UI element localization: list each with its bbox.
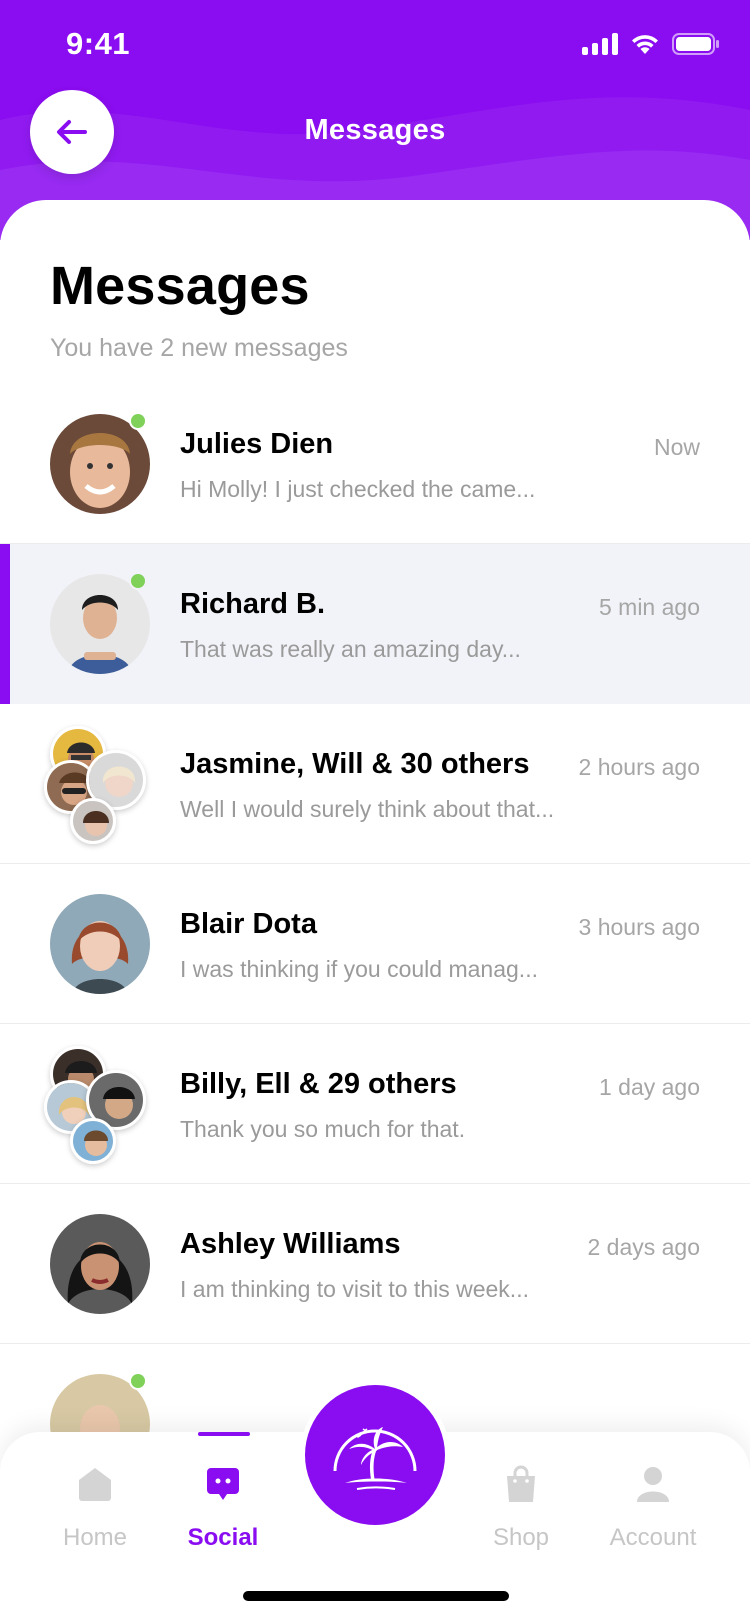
- conversation-name: Blair Dota: [180, 908, 317, 940]
- conversation-name: Jasmine, Will & 30 others: [180, 748, 530, 780]
- palm-tree-island-icon: [333, 1427, 417, 1490]
- conversation-name: Ashley Williams: [180, 1228, 401, 1260]
- conversation-name: Billy, Ell & 29 others: [180, 1068, 457, 1100]
- group-avatar-stack: [44, 1046, 154, 1164]
- header-title: Messages: [304, 114, 446, 146]
- avatar: [70, 1118, 116, 1164]
- avatar: [70, 798, 116, 844]
- avatar: [50, 1214, 150, 1314]
- page-subtitle: You have 2 new messages: [50, 334, 348, 362]
- chat-bubble-icon: [207, 1468, 239, 1500]
- conversation-name: Richard B.: [180, 588, 326, 620]
- tab-social-label: Social: [187, 1524, 259, 1551]
- conversation-preview: Well I would surely think about that...: [180, 796, 555, 822]
- home-indicator: [243, 1591, 509, 1601]
- conversation-row[interactable]: Blair Dota I was thinking if you could m…: [0, 864, 750, 1024]
- online-status-dot: [129, 412, 147, 430]
- tab-home-label: Home: [62, 1524, 128, 1551]
- status-bar: 9:41: [0, 0, 750, 92]
- battery-icon: [672, 33, 719, 55]
- page-title: Messages: [50, 256, 310, 316]
- online-status-dot: [129, 1372, 147, 1390]
- status-icons: [582, 32, 720, 56]
- conversation-name: Julies Dien: [180, 428, 334, 460]
- conversation-time: Now: [653, 434, 700, 460]
- shopping-bag-icon: [507, 1465, 535, 1502]
- conversation-row-selected[interactable]: Richard B. That was really an amazing da…: [0, 544, 750, 704]
- status-time: 9:41: [66, 26, 131, 61]
- conversation-row[interactable]: Billy, Ell & 29 others Thank you so much…: [0, 1024, 750, 1184]
- conversation-list: Julies Dien Hi Molly! I just checked the…: [0, 384, 750, 1504]
- conversation-time: 2 days ago: [587, 1234, 700, 1260]
- center-action-button[interactable]: [300, 1380, 450, 1530]
- user-icon: [637, 1467, 669, 1502]
- conversation-time: 5 min ago: [598, 594, 700, 620]
- tab-shop-label: Shop: [492, 1524, 550, 1551]
- tab-shop[interactable]: Shop: [456, 1432, 586, 1572]
- conversation-preview: Hi Molly! I just checked the came...: [180, 476, 536, 502]
- conversation-row[interactable]: Ashley Williams I am thinking to visit t…: [0, 1184, 750, 1344]
- conversation-row[interactable]: Jasmine, Will & 30 others Well I would s…: [0, 704, 750, 864]
- tab-social[interactable]: Social: [158, 1432, 288, 1572]
- cellular-signal-icon: [582, 33, 618, 55]
- conversation-preview: I was thinking if you could manag...: [180, 956, 538, 982]
- conversation-row[interactable]: Julies Dien Hi Molly! I just checked the…: [0, 384, 750, 544]
- wifi-icon: [632, 35, 658, 54]
- conversation-preview: I am thinking to visit to this week...: [180, 1276, 529, 1302]
- home-icon: [79, 1468, 111, 1501]
- tab-home[interactable]: Home: [30, 1432, 160, 1572]
- center-action-button-inner: [305, 1385, 445, 1525]
- conversation-time: 3 hours ago: [578, 914, 700, 940]
- conversation-time: 2 hours ago: [578, 754, 700, 780]
- active-tab-indicator: [198, 1432, 250, 1436]
- tab-account[interactable]: Account: [588, 1432, 718, 1572]
- conversation-time: 1 day ago: [598, 1074, 700, 1100]
- tab-account-label: Account: [609, 1524, 697, 1551]
- online-status-dot: [129, 572, 147, 590]
- conversation-preview: That was really an amazing day...: [180, 636, 521, 662]
- group-avatar-stack: [44, 726, 154, 844]
- avatar: [50, 894, 150, 994]
- conversation-preview: Thank you so much for that.: [180, 1116, 466, 1142]
